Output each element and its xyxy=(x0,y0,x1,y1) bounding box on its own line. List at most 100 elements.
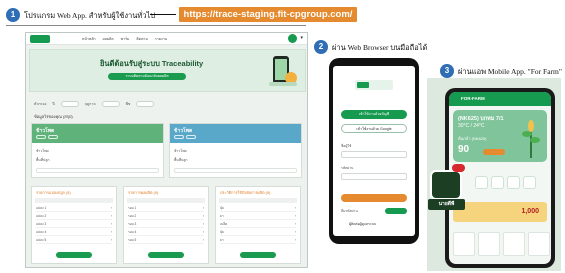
shortcut-icon[interactable] xyxy=(475,176,488,189)
mobile-brand-logo xyxy=(355,80,393,90)
filter-bar: ตัวกรอง ปี ฤดูกาล พืช xyxy=(34,101,155,107)
register-button[interactable] xyxy=(385,208,407,214)
summary-card-2[interactable]: ข้าวโพด ข้าวโพด พื้นที่ปลูก xyxy=(169,123,302,178)
summary-card-1-title: ข้าวโพด xyxy=(36,128,55,134)
table-row[interactable]: ยา › xyxy=(220,213,296,220)
for-farm-app-screen: FOR-FARM (NK625) บกทม 7/1 30°C / 24°C ต้… xyxy=(449,92,551,264)
nav-item-home[interactable]: หน้าหลัก xyxy=(82,36,96,42)
weather-card[interactable]: (NK625) บกทม 7/1 30°C / 24°C ต้นกล้า (NK… xyxy=(453,110,547,162)
app-shortcut-icons xyxy=(475,176,536,189)
product-card[interactable] xyxy=(478,232,500,256)
mobile-browser-phone: เข้าใช้งานด้วยบัญชี เข้าใช้งานด้วย Googl… xyxy=(329,58,419,244)
step-1-divider xyxy=(6,25,306,26)
section-subtitle: ข้อมูลไร่ของคุณ (สรุป) xyxy=(34,114,73,119)
app-header: FOR-FARM xyxy=(449,92,551,106)
table-row[interactable]: แปลง 5 › xyxy=(36,237,112,244)
filter-year-label: ปี xyxy=(52,102,55,106)
table-inputs: ประวัติการใช้ปัจจัยการผลิต (5) ปุ๋ย › ยา ›… xyxy=(215,186,301,264)
desktop-top-nav: หน้าหลัก ผลผลิต ฟาร์ม ติดตาม รายงาน ▾ xyxy=(26,33,307,45)
step-1-arrow xyxy=(150,14,176,15)
product-card[interactable] xyxy=(528,232,550,256)
table-row[interactable]: ยา › xyxy=(220,237,296,244)
table-plots-title: รายการแปลงปลูก (5) xyxy=(36,191,71,195)
table-row[interactable]: รอบ 5 › xyxy=(128,237,204,244)
plant-icon xyxy=(522,120,540,158)
product-list xyxy=(453,232,550,256)
product-card[interactable] xyxy=(453,232,475,256)
promo-number: 1,000 xyxy=(521,208,539,215)
shortcut-icon[interactable] xyxy=(491,176,504,189)
table-row[interactable]: ปุ๋ย › xyxy=(220,229,296,236)
step-1-text: โปรแกรม Web App. สำหรับผู้ใช้งานทั่วไป xyxy=(24,11,156,20)
table-row[interactable]: รอบ 1 › xyxy=(128,205,204,212)
table-plots-view-all-button[interactable] xyxy=(56,252,92,258)
table-row[interactable]: แปลง 1 › xyxy=(36,205,112,212)
contact-admin-link[interactable]: ผู้ติดต่อผู้ดูแลระบบ xyxy=(349,222,376,227)
table-row[interactable]: ปุ๋ย › xyxy=(220,205,296,212)
filter-crop-select[interactable] xyxy=(136,101,155,107)
login-submit-button[interactable] xyxy=(341,194,407,202)
table-row[interactable]: รอบ 4 › xyxy=(128,229,204,236)
summary-card-1[interactable]: ข้าวโพด ข้าวโพด พื้นที่ปลูก xyxy=(31,123,164,178)
filter-season-select[interactable] xyxy=(101,101,120,107)
url-label[interactable]: https://trace-staging.fit-cpgroup.com/ xyxy=(179,7,357,22)
phone-illustration-icon xyxy=(269,56,297,86)
username-field[interactable] xyxy=(341,151,407,158)
table-products: รายการผลผลิต (5) รอบ 1 › รอบ 2 › รอบ 3 › รอ… xyxy=(123,186,209,264)
login-account-button[interactable]: เข้าใช้งานด้วยบัญชี xyxy=(341,110,407,119)
table-row[interactable]: รอบ 3 › xyxy=(128,221,204,228)
summary-card-1-tags xyxy=(36,135,58,139)
table-products-title: รายการผลผลิต (5) xyxy=(128,191,159,195)
mobile-login-screen: เข้าใช้งานด้วยบัญชี เข้าใช้งานด้วย Googl… xyxy=(333,66,415,236)
summary-card-2-input[interactable] xyxy=(174,168,297,173)
step-3-text: ผ่านแอพ Mobile App. "For Farm" xyxy=(458,67,562,76)
table-row[interactable]: รอบ 2 › xyxy=(128,213,204,220)
filter-season-label: ฤดูกาล xyxy=(84,102,96,106)
step-3-badge: 3 xyxy=(440,64,454,78)
table-inputs-view-all-button[interactable] xyxy=(240,252,276,258)
table-row[interactable]: แปลง 2 › xyxy=(36,213,112,220)
shortcut-icon[interactable] xyxy=(523,176,536,189)
summary-card-1-header: ข้าวโพด xyxy=(32,124,163,143)
nav-item-trace[interactable]: ติดตาม xyxy=(136,36,147,42)
password-field[interactable] xyxy=(341,173,407,180)
step-2-badge: 2 xyxy=(314,40,328,54)
table-row[interactable]: แปลง 3 › xyxy=(36,221,112,228)
brand-logo xyxy=(30,35,50,43)
password-label: รหัสผ่าน xyxy=(341,166,354,170)
table-inputs-title: ประวัติการใช้ปัจจัยการผลิต (5) xyxy=(220,191,271,195)
product-card[interactable] xyxy=(503,232,525,256)
table-row[interactable]: เมล็ด › xyxy=(220,221,296,228)
buy-shop-icon[interactable] xyxy=(430,170,462,200)
summary-card-2-line1: ข้าวโพด xyxy=(174,149,187,153)
table-products-view-all-button[interactable] xyxy=(148,252,184,258)
table-plots-header xyxy=(35,198,113,203)
table-row[interactable]: แปลง 4 › xyxy=(36,229,112,236)
nav-item-product[interactable]: ผลผลิต xyxy=(103,36,114,42)
filter-label: ตัวกรอง xyxy=(34,102,47,106)
welcome-title: ยินดีต้อนรับสู่ระบบ Traceability xyxy=(100,59,204,68)
filter-crop-label: พืช xyxy=(125,102,131,106)
table-products-header xyxy=(127,198,205,203)
filter-year-select[interactable] xyxy=(60,101,79,107)
nav-item-report[interactable]: รายงาน xyxy=(155,36,167,42)
forgot-password-link[interactable]: ลืมรหัสผ่าน xyxy=(341,209,358,214)
summary-card-1-line2: พื้นที่ปลูก xyxy=(36,158,50,162)
banner-button[interactable]: ระบบติดตามย้อนกลับผลผลิต xyxy=(108,73,186,80)
weather-aqi: 90 xyxy=(458,144,470,155)
new-badge xyxy=(452,164,465,172)
buy-shop-label[interactable]: นายดีพี xyxy=(428,199,465,210)
summary-card-2-title: ข้าวโพด xyxy=(174,128,193,134)
summary-card-1-input[interactable] xyxy=(36,168,159,173)
weather-place: ต้นกล้า (NK625) xyxy=(458,136,487,141)
step-1-badge: 1 xyxy=(6,8,20,22)
weather-temp: 30°C / 24°C xyxy=(458,123,485,129)
promo-banner[interactable]: 1,000 xyxy=(453,202,547,222)
step-2-text: ผ่าน Web Browser บนมือถือได้ xyxy=(332,43,428,52)
chevron-down-icon[interactable]: ▾ xyxy=(300,35,303,41)
welcome-banner: ยินดีต้อนรับสู่ระบบ Traceability ระบบติด… xyxy=(29,49,306,92)
shortcut-icon[interactable] xyxy=(507,176,520,189)
nav-item-farm[interactable]: ฟาร์ม xyxy=(121,36,130,42)
user-avatar-icon[interactable] xyxy=(288,34,297,43)
login-google-button[interactable]: เข้าใช้งานด้วย Google xyxy=(341,124,407,133)
